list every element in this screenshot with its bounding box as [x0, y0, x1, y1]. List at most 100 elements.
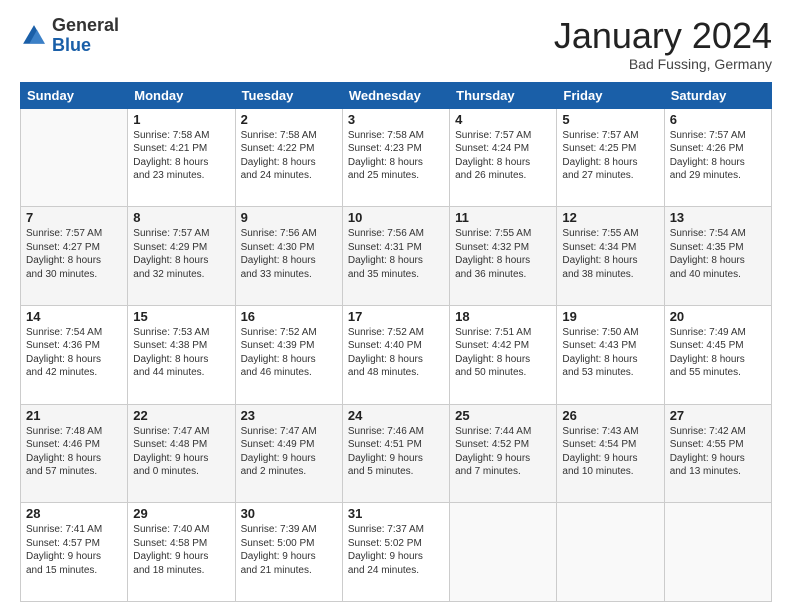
table-row: 27Sunrise: 7:42 AM Sunset: 4:55 PM Dayli… — [664, 404, 771, 503]
day-number: 28 — [26, 506, 122, 521]
day-info: Sunrise: 7:57 AM Sunset: 4:26 PM Dayligh… — [670, 129, 766, 183]
table-row: 11 Sunrise: 7:55 AM Sunset: 4:32 PM Dayli… — [450, 207, 557, 306]
day-number: 10 — [348, 210, 444, 225]
month-title: January 2024 — [554, 16, 772, 56]
col-friday: Friday — [557, 82, 664, 108]
table-row: 19 Sunrise: 7:50 AM Sunset: 4:43 PM Dayli… — [557, 305, 664, 404]
day-info: Sunrise: 7:37 AM Sunset: 5:02 PM Dayligh… — [348, 523, 444, 577]
table-row: 31 Sunrise: 7:37 AM Sunset: 5:02 PM Dayli… — [342, 503, 449, 602]
table-row: 22 Sunrise: 7:47 AM Sunset: 4:48 PM Dayli… — [128, 404, 235, 503]
col-sunday: Sunday — [21, 82, 128, 108]
table-row — [664, 503, 771, 602]
day-info: Sunrise: 7:55 AM Sunset: 4:34 PM Dayligh… — [562, 227, 658, 281]
day-info: Sunrise: 7:51 AM Sunset: 4:42 PM Dayligh… — [455, 326, 551, 380]
table-row: 14 Sunrise: 7:54 AM Sunset: 4:36 PM Dayli… — [21, 305, 128, 404]
table-row: 9 Sunrise: 7:56 AM Sunset: 4:30 PM Daylig… — [235, 207, 342, 306]
day-number: 3 — [348, 112, 444, 127]
table-row: 13 Sunrise: 7:54 AM Sunset: 4:35 PM Dayli… — [664, 207, 771, 306]
calendar-row-3: 14 Sunrise: 7:54 AM Sunset: 4:36 PM Dayli… — [21, 305, 772, 404]
day-info: Sunrise: 7:52 AM Sunset: 4:40 PM Dayligh… — [348, 326, 444, 380]
header: General Blue January 2024 Bad Fussing, G… — [20, 16, 772, 72]
day-info: Sunrise: 7:54 AM Sunset: 4:36 PM Dayligh… — [26, 326, 122, 380]
day-info: Sunrise: 7:41 AM Sunset: 4:57 PM Dayligh… — [26, 523, 122, 577]
table-row: 2 Sunrise: 7:58 AM Sunset: 4:22 PM Daylig… — [235, 108, 342, 207]
table-row: 30Sunrise: 7:39 AM Sunset: 5:00 PM Dayli… — [235, 503, 342, 602]
logo-icon — [20, 22, 48, 50]
day-info: Sunrise: 7:57 AM Sunset: 4:27 PM Dayligh… — [26, 227, 122, 281]
day-info: Sunrise: 7:46 AM Sunset: 4:51 PM Dayligh… — [348, 425, 444, 479]
logo-text: General Blue — [52, 16, 119, 56]
day-info: Sunrise: 7:53 AM Sunset: 4:38 PM Dayligh… — [133, 326, 229, 380]
day-number: 5 — [562, 112, 658, 127]
calendar-row-2: 7 Sunrise: 7:57 AM Sunset: 4:27 PM Daylig… — [21, 207, 772, 306]
col-monday: Monday — [128, 82, 235, 108]
table-row: 17Sunrise: 7:52 AM Sunset: 4:40 PM Dayli… — [342, 305, 449, 404]
table-row — [557, 503, 664, 602]
table-row: 4Sunrise: 7:57 AM Sunset: 4:24 PM Daylig… — [450, 108, 557, 207]
day-info: Sunrise: 7:39 AM Sunset: 5:00 PM Dayligh… — [241, 523, 337, 577]
day-number: 6 — [670, 112, 766, 127]
day-number: 31 — [348, 506, 444, 521]
day-number: 2 — [241, 112, 337, 127]
day-number: 11 — [455, 210, 551, 225]
table-row: 12Sunrise: 7:55 AM Sunset: 4:34 PM Dayli… — [557, 207, 664, 306]
calendar-table: Sunday Monday Tuesday Wednesday Thursday… — [20, 82, 772, 602]
logo: General Blue — [20, 16, 119, 56]
table-row: 18 Sunrise: 7:51 AM Sunset: 4:42 PM Dayli… — [450, 305, 557, 404]
day-number: 23 — [241, 408, 337, 423]
logo-general: General — [52, 15, 119, 35]
day-number: 29 — [133, 506, 229, 521]
table-row: 26 Sunrise: 7:43 AM Sunset: 4:54 PM Dayli… — [557, 404, 664, 503]
table-row: 25Sunrise: 7:44 AM Sunset: 4:52 PM Dayli… — [450, 404, 557, 503]
col-thursday: Thursday — [450, 82, 557, 108]
day-info: Sunrise: 7:55 AM Sunset: 4:32 PM Dayligh… — [455, 227, 551, 281]
calendar-row-5: 28 Sunrise: 7:41 AM Sunset: 4:57 PM Dayli… — [21, 503, 772, 602]
calendar-row-1: 1Sunrise: 7:58 AM Sunset: 4:21 PM Daylig… — [21, 108, 772, 207]
table-row: 1Sunrise: 7:58 AM Sunset: 4:21 PM Daylig… — [128, 108, 235, 207]
day-info: Sunrise: 7:54 AM Sunset: 4:35 PM Dayligh… — [670, 227, 766, 281]
day-number: 19 — [562, 309, 658, 324]
day-info: Sunrise: 7:57 AM Sunset: 4:29 PM Dayligh… — [133, 227, 229, 281]
day-number: 13 — [670, 210, 766, 225]
day-info: Sunrise: 7:43 AM Sunset: 4:54 PM Dayligh… — [562, 425, 658, 479]
day-number: 14 — [26, 309, 122, 324]
day-info: Sunrise: 7:56 AM Sunset: 4:31 PM Dayligh… — [348, 227, 444, 281]
table-row: 7 Sunrise: 7:57 AM Sunset: 4:27 PM Daylig… — [21, 207, 128, 306]
location: Bad Fussing, Germany — [554, 56, 772, 72]
day-number: 22 — [133, 408, 229, 423]
day-number: 4 — [455, 112, 551, 127]
table-row: 24 Sunrise: 7:46 AM Sunset: 4:51 PM Dayli… — [342, 404, 449, 503]
day-number: 18 — [455, 309, 551, 324]
day-info: Sunrise: 7:57 AM Sunset: 4:25 PM Dayligh… — [562, 129, 658, 183]
day-info: Sunrise: 7:50 AM Sunset: 4:43 PM Dayligh… — [562, 326, 658, 380]
day-info: Sunrise: 7:40 AM Sunset: 4:58 PM Dayligh… — [133, 523, 229, 577]
table-row — [21, 108, 128, 207]
day-number: 8 — [133, 210, 229, 225]
table-row: 8 Sunrise: 7:57 AM Sunset: 4:29 PM Daylig… — [128, 207, 235, 306]
day-info: Sunrise: 7:48 AM Sunset: 4:46 PM Dayligh… — [26, 425, 122, 479]
day-info: Sunrise: 7:56 AM Sunset: 4:30 PM Dayligh… — [241, 227, 337, 281]
day-info: Sunrise: 7:47 AM Sunset: 4:49 PM Dayligh… — [241, 425, 337, 479]
calendar-row-4: 21Sunrise: 7:48 AM Sunset: 4:46 PM Dayli… — [21, 404, 772, 503]
day-number: 27 — [670, 408, 766, 423]
day-number: 24 — [348, 408, 444, 423]
day-info: Sunrise: 7:47 AM Sunset: 4:48 PM Dayligh… — [133, 425, 229, 479]
title-block: January 2024 Bad Fussing, Germany — [554, 16, 772, 72]
day-number: 7 — [26, 210, 122, 225]
col-saturday: Saturday — [664, 82, 771, 108]
day-info: Sunrise: 7:52 AM Sunset: 4:39 PM Dayligh… — [241, 326, 337, 380]
table-row: 29 Sunrise: 7:40 AM Sunset: 4:58 PM Dayli… — [128, 503, 235, 602]
table-row: 6 Sunrise: 7:57 AM Sunset: 4:26 PM Daylig… — [664, 108, 771, 207]
day-number: 26 — [562, 408, 658, 423]
day-number: 9 — [241, 210, 337, 225]
day-info: Sunrise: 7:58 AM Sunset: 4:23 PM Dayligh… — [348, 129, 444, 183]
table-row: 5 Sunrise: 7:57 AM Sunset: 4:25 PM Daylig… — [557, 108, 664, 207]
day-number: 20 — [670, 309, 766, 324]
day-info: Sunrise: 7:58 AM Sunset: 4:22 PM Dayligh… — [241, 129, 337, 183]
table-row: 16 Sunrise: 7:52 AM Sunset: 4:39 PM Dayli… — [235, 305, 342, 404]
table-row — [450, 503, 557, 602]
day-number: 16 — [241, 309, 337, 324]
table-row: 20Sunrise: 7:49 AM Sunset: 4:45 PM Dayli… — [664, 305, 771, 404]
col-wednesday: Wednesday — [342, 82, 449, 108]
logo-blue: Blue — [52, 35, 91, 55]
